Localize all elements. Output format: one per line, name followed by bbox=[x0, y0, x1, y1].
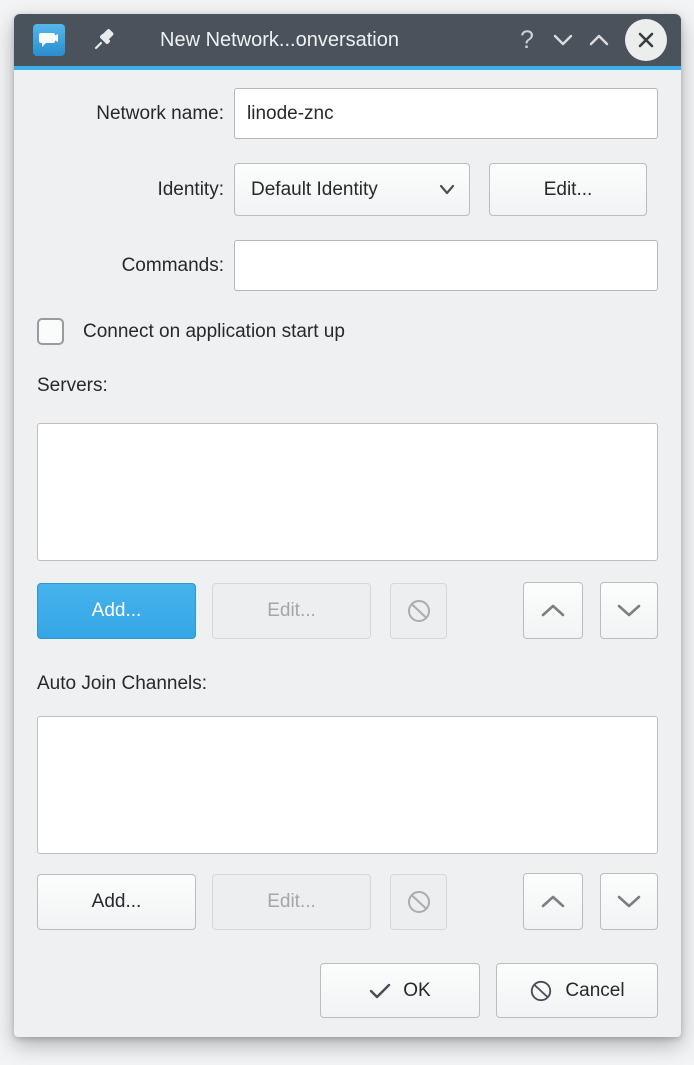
servers-add-button[interactable]: Add... bbox=[37, 583, 196, 639]
servers-label: Servers: bbox=[37, 375, 658, 397]
minimize-button[interactable] bbox=[545, 20, 581, 60]
servers-edit-button[interactable]: Edit... bbox=[212, 583, 371, 639]
close-icon bbox=[636, 30, 656, 50]
identity-edit-button[interactable]: Edit... bbox=[489, 163, 647, 216]
commands-row: Commands: bbox=[37, 240, 658, 291]
channels-edit-button[interactable]: Edit... bbox=[212, 874, 371, 930]
cancel-button[interactable]: Cancel bbox=[496, 963, 658, 1018]
servers-remove-button[interactable] bbox=[390, 583, 447, 639]
arrow-down-icon bbox=[616, 894, 642, 909]
help-button[interactable]: ? bbox=[509, 20, 545, 60]
connect-on-startup-row[interactable]: Connect on application start up bbox=[37, 318, 658, 345]
commands-input[interactable] bbox=[234, 240, 658, 291]
commands-label: Commands: bbox=[37, 255, 234, 277]
close-button[interactable] bbox=[625, 19, 667, 61]
no-entry-icon bbox=[406, 598, 432, 624]
identity-selected-value: Default Identity bbox=[251, 179, 439, 201]
network-name-row: Network name: bbox=[37, 88, 658, 139]
servers-move-down-button[interactable] bbox=[600, 582, 658, 639]
channels-list[interactable] bbox=[37, 716, 658, 854]
maximize-button[interactable] bbox=[581, 20, 617, 60]
no-entry-icon bbox=[406, 889, 432, 915]
dialog-content: Network name: Identity: Default Identity… bbox=[14, 70, 681, 1037]
chevron-up-icon bbox=[588, 33, 610, 47]
dialog-footer: OK Cancel bbox=[37, 963, 658, 1018]
channels-label: Auto Join Channels: bbox=[37, 673, 658, 695]
identity-row: Identity: Default Identity Edit... bbox=[37, 163, 658, 216]
new-network-dialog: New Network...onversation ? Network name… bbox=[14, 14, 681, 1037]
help-icon: ? bbox=[520, 26, 534, 55]
chevron-down-icon bbox=[552, 33, 574, 47]
arrow-up-icon bbox=[540, 894, 566, 909]
window-title: New Network...onversation bbox=[160, 29, 509, 52]
network-name-label: Network name: bbox=[37, 103, 234, 125]
connect-on-startup-label: Connect on application start up bbox=[83, 321, 345, 343]
servers-list[interactable] bbox=[37, 423, 658, 561]
channels-button-row: Add... Edit... bbox=[37, 873, 658, 930]
identity-label: Identity: bbox=[37, 179, 234, 201]
connect-on-startup-checkbox[interactable] bbox=[37, 318, 64, 345]
servers-move-up-button[interactable] bbox=[523, 582, 583, 639]
network-name-input[interactable] bbox=[234, 88, 658, 139]
identity-select[interactable]: Default Identity bbox=[234, 163, 470, 216]
arrow-down-icon bbox=[616, 603, 642, 618]
channels-move-down-button[interactable] bbox=[600, 873, 658, 930]
ok-button-label: OK bbox=[403, 980, 430, 1002]
servers-button-row: Add... Edit... bbox=[37, 582, 658, 639]
channels-move-up-button[interactable] bbox=[523, 873, 583, 930]
arrow-up-icon bbox=[540, 603, 566, 618]
no-entry-icon bbox=[529, 979, 553, 1003]
check-icon bbox=[369, 982, 391, 1000]
channels-remove-button[interactable] bbox=[390, 874, 447, 930]
channels-add-button[interactable]: Add... bbox=[37, 874, 196, 930]
pin-icon[interactable] bbox=[86, 20, 122, 60]
konversation-app-icon bbox=[33, 24, 65, 56]
ok-button[interactable]: OK bbox=[320, 963, 480, 1018]
titlebar[interactable]: New Network...onversation ? bbox=[14, 14, 681, 66]
cancel-button-label: Cancel bbox=[565, 980, 624, 1002]
chevron-down-icon bbox=[439, 184, 455, 195]
